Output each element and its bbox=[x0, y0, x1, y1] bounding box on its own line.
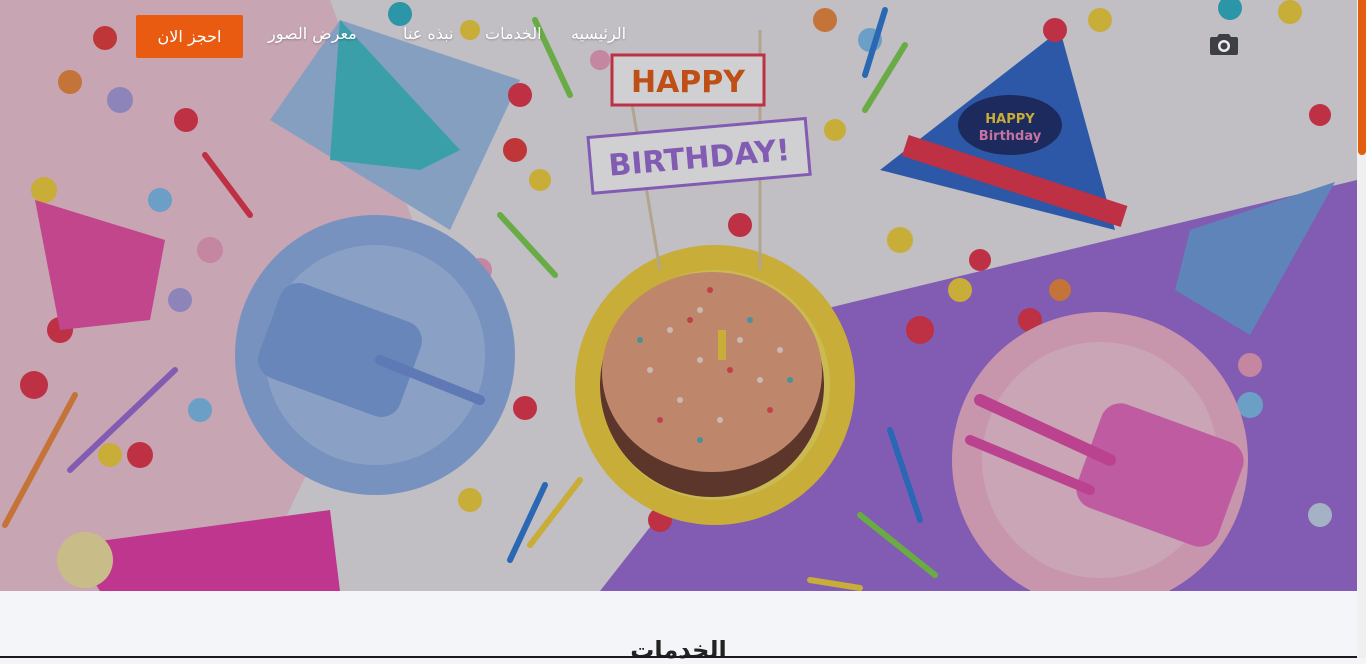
services-section-title: الخدمات bbox=[630, 636, 727, 664]
hero-section: HAPPY Birthday HAPPY BIRTHDAY! bbox=[0, 0, 1357, 591]
camera-icon[interactable] bbox=[1210, 32, 1238, 56]
navbar: احجز الان معرض الصور نبذه عنا الخدمات ال… bbox=[0, 0, 1357, 72]
hero-overlay bbox=[0, 0, 1357, 591]
nav-link-home[interactable]: الرئيسيه bbox=[571, 24, 626, 43]
nav-link-services[interactable]: الخدمات bbox=[485, 24, 542, 43]
scrollbar-thumb[interactable] bbox=[1358, 0, 1366, 155]
nav-link-gallery[interactable]: معرض الصور bbox=[268, 24, 357, 43]
nav-link-about[interactable]: نبذه عنا bbox=[403, 24, 453, 43]
book-now-button[interactable]: احجز الان bbox=[136, 15, 243, 58]
